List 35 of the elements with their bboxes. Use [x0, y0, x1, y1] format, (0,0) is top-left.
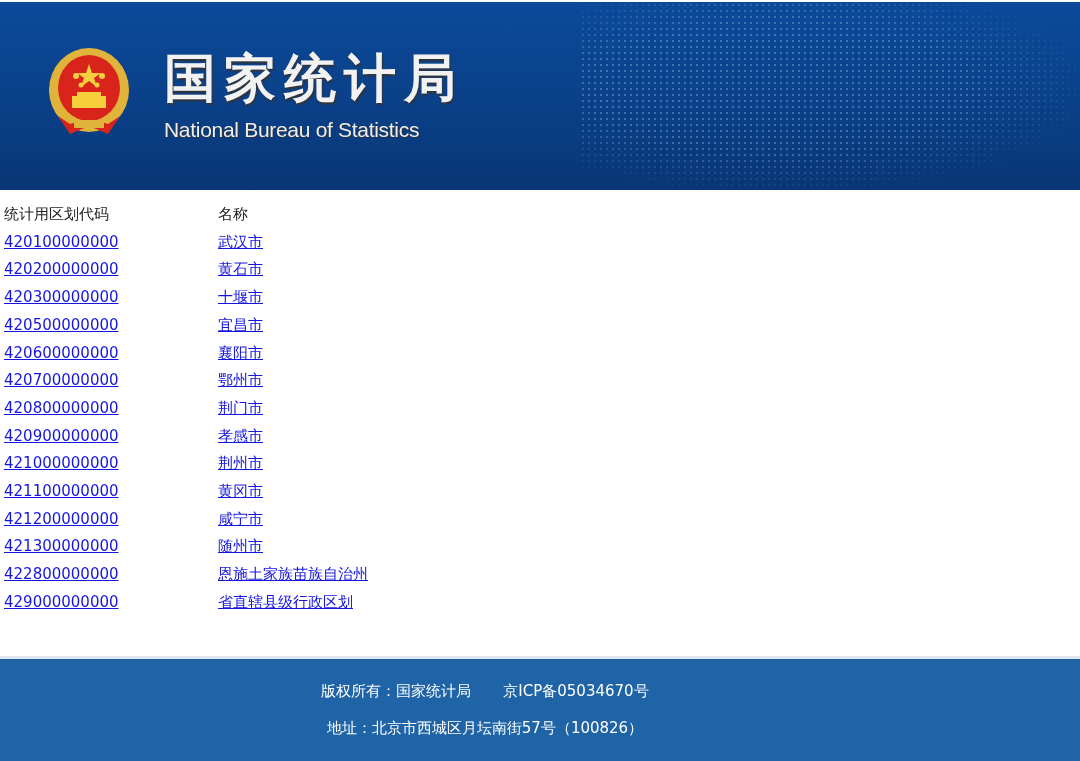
- region-link[interactable]: 恩施土家族苗族自治州: [218, 565, 368, 584]
- region-link[interactable]: 黄冈市: [218, 482, 263, 501]
- address-text: 地址：北京市西城区月坛南街57号（100826）: [326, 719, 644, 738]
- region-link[interactable]: 武汉市: [218, 232, 263, 251]
- code-link[interactable]: 422800000000: [4, 565, 119, 584]
- site-title: 国家统计局: [164, 50, 464, 108]
- column-header: 名称: [218, 204, 249, 225]
- code-link[interactable]: 420200000000: [4, 260, 119, 279]
- code-link[interactable]: 420100000000: [4, 232, 119, 251]
- site-subtitle: National Bureau of Statistics: [164, 117, 421, 142]
- code-link[interactable]: 421300000000: [4, 537, 119, 556]
- region-link[interactable]: 宜昌市: [218, 315, 263, 334]
- copyright-text: 版权所有：国家统计局: [321, 682, 472, 701]
- code-link[interactable]: 421200000000: [4, 509, 119, 528]
- region-link[interactable]: 随州市: [218, 537, 263, 556]
- code-link[interactable]: 421100000000: [4, 482, 119, 501]
- region-link[interactable]: 黄石市: [218, 260, 263, 279]
- code-link[interactable]: 429000000000: [4, 592, 119, 611]
- code-link[interactable]: 420900000000: [4, 426, 119, 445]
- region-link[interactable]: 襄阳市: [218, 343, 263, 362]
- region-link[interactable]: 十堰市: [218, 288, 263, 307]
- region-link[interactable]: 荆门市: [218, 398, 263, 417]
- region-link[interactable]: 荆州市: [218, 454, 263, 473]
- region-link[interactable]: 咸宁市: [218, 509, 263, 528]
- column-header: 统计用区划代码: [4, 204, 110, 225]
- code-link[interactable]: 420300000000: [4, 288, 119, 307]
- code-link[interactable]: 420500000000: [4, 315, 119, 334]
- code-link[interactable]: 420600000000: [4, 343, 119, 362]
- icp-text: 京ICP备05034670号: [503, 682, 649, 701]
- region-link[interactable]: 鄂州市: [218, 371, 263, 390]
- code-link[interactable]: 420700000000: [4, 371, 119, 390]
- region-link[interactable]: 孝感市: [218, 426, 263, 445]
- code-link[interactable]: 420800000000: [4, 398, 119, 417]
- code-link[interactable]: 421000000000: [4, 454, 119, 473]
- region-link[interactable]: 省直辖县级行政区划: [218, 592, 353, 611]
